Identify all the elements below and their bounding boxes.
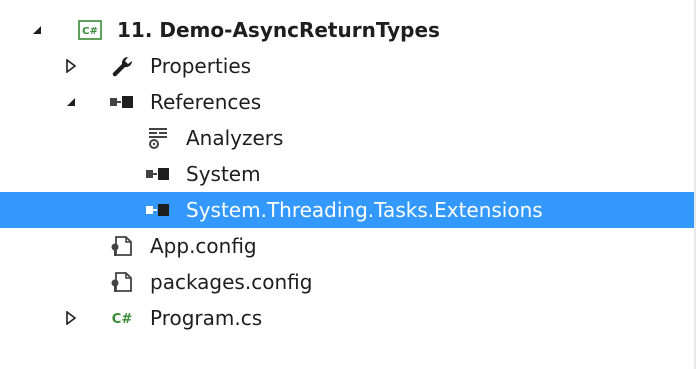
svg-text:C#: C# bbox=[112, 312, 133, 327]
reference-icon bbox=[143, 198, 173, 222]
tree-item-app-config[interactable]: App.config bbox=[0, 228, 696, 264]
tree-item-project[interactable]: C# 11. Demo-AsyncReturnTypes bbox=[0, 12, 696, 48]
csharp-file-icon: C# bbox=[107, 306, 137, 330]
tree-item-label: System bbox=[186, 162, 261, 186]
reference-icon bbox=[143, 162, 173, 186]
tree-item-label: Properties bbox=[150, 54, 252, 78]
tree-item-packages-config[interactable]: packages.config bbox=[0, 264, 696, 300]
config-file-icon bbox=[107, 234, 137, 258]
solution-explorer-tree: C# 11. Demo-AsyncReturnTypes Properties bbox=[0, 0, 696, 369]
tree-item-label: App.config bbox=[150, 234, 257, 258]
config-file-icon bbox=[107, 270, 137, 294]
tree-item-program-cs[interactable]: C# Program.cs bbox=[0, 300, 696, 336]
tree-item-properties[interactable]: Properties bbox=[0, 48, 696, 84]
csharp-project-icon: C# bbox=[75, 18, 105, 42]
tree-item-label: References bbox=[150, 90, 262, 114]
tree-item-label: Analyzers bbox=[186, 126, 284, 150]
tree-item-references[interactable]: References bbox=[0, 84, 696, 120]
wrench-icon bbox=[107, 54, 137, 78]
collapsed-arrow-icon[interactable] bbox=[63, 310, 79, 326]
tree-item-label: System.Threading.Tasks.Extensions bbox=[186, 198, 543, 222]
project-label: 11. Demo-AsyncReturnTypes bbox=[117, 18, 440, 42]
tree-item-system-threading-tasks-extensions[interactable]: System.Threading.Tasks.Extensions bbox=[0, 192, 696, 228]
tree-item-system[interactable]: System bbox=[0, 156, 696, 192]
expanded-arrow-icon[interactable] bbox=[63, 94, 79, 110]
analyzers-icon bbox=[143, 126, 173, 150]
collapsed-arrow-icon[interactable] bbox=[63, 58, 79, 74]
tree-item-label: Program.cs bbox=[150, 306, 263, 330]
tree-item-analyzers[interactable]: Analyzers bbox=[0, 120, 696, 156]
references-icon bbox=[107, 90, 137, 114]
expanded-arrow-icon[interactable] bbox=[29, 22, 45, 38]
tree-item-label: packages.config bbox=[150, 270, 313, 294]
svg-text:C#: C# bbox=[82, 26, 98, 37]
